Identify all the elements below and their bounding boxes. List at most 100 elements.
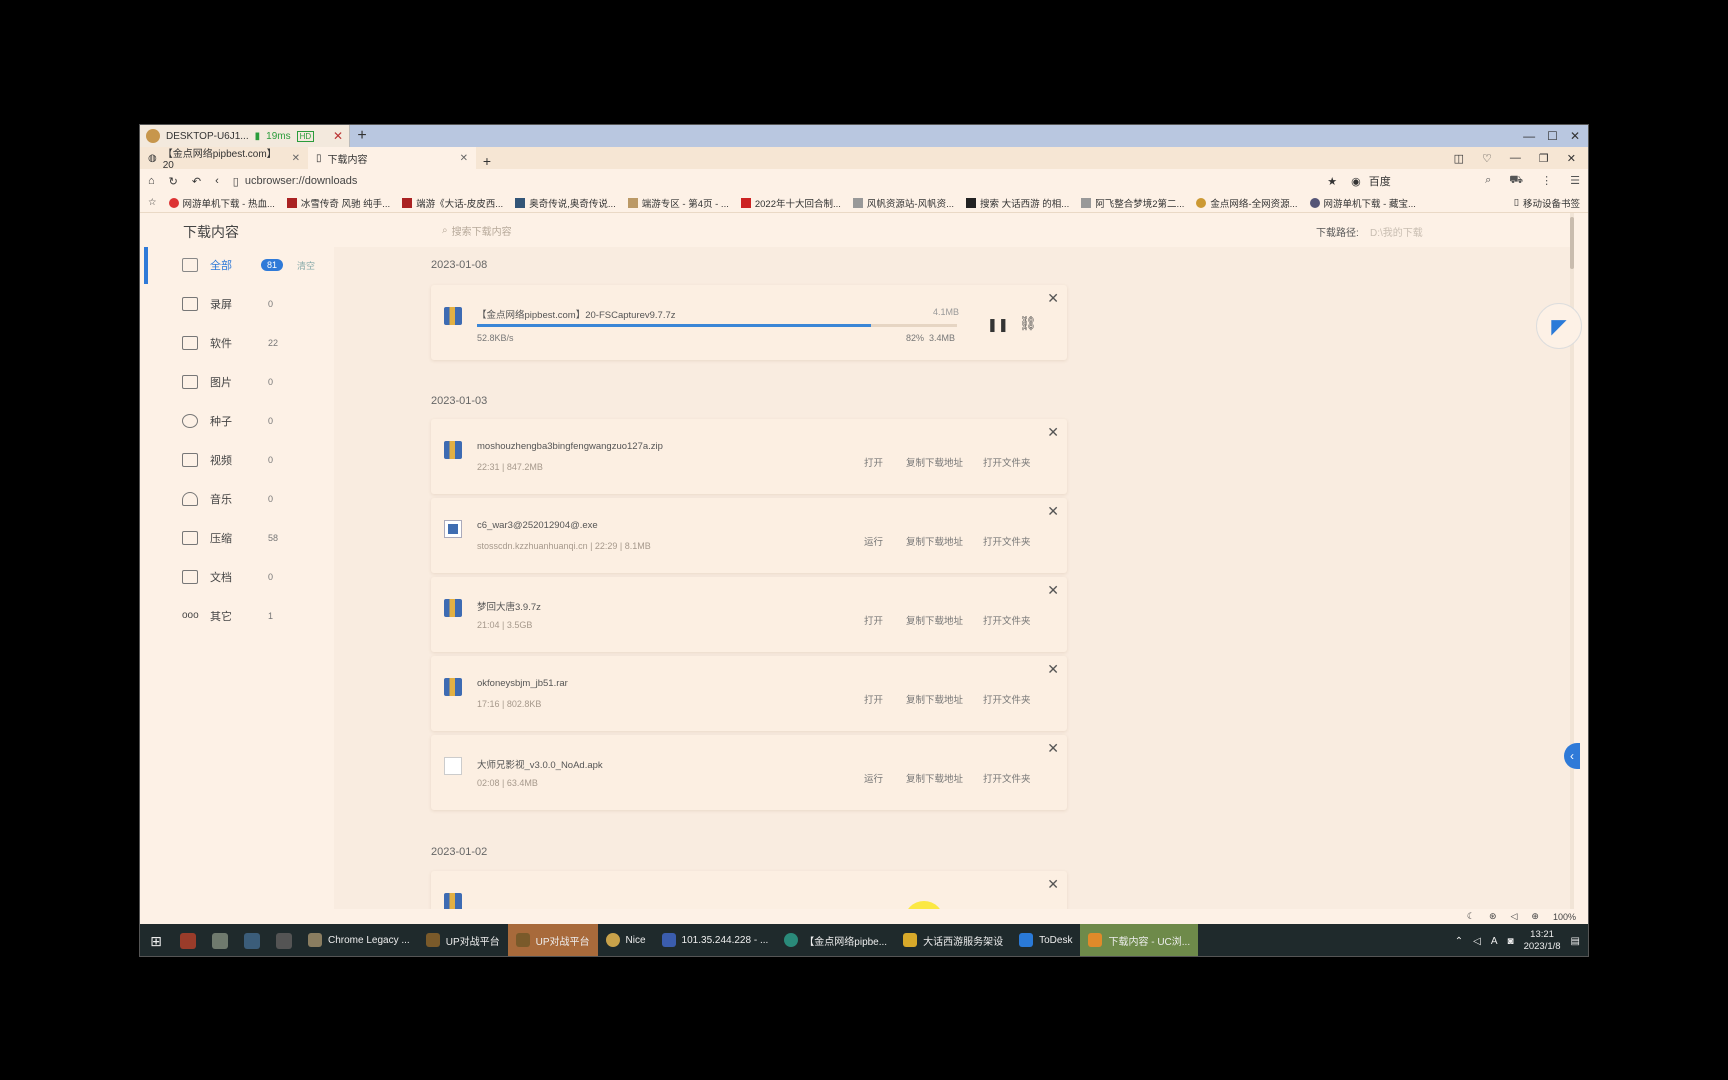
night-mode-icon[interactable]: ☾ (1467, 911, 1475, 922)
shield-icon[interactable]: ♡ (1482, 152, 1492, 165)
bookmark-item[interactable]: 风帆资源站-风帆资... (852, 196, 954, 210)
speed-icon[interactable]: ⊛ (1489, 911, 1497, 922)
chevron-up-icon[interactable]: ⌃ (1455, 936, 1463, 947)
sidebar-item-software[interactable]: 软件 22 (182, 333, 322, 353)
pause-button[interactable]: ❚❚ (987, 317, 1009, 333)
bookmark-item[interactable]: 阿飞整合梦境2第二... (1081, 196, 1184, 210)
cart-icon[interactable]: ⛟ (1509, 174, 1523, 188)
close-icon[interactable]: ✕ (1047, 290, 1059, 307)
close-icon[interactable]: ✕ (333, 129, 343, 143)
scroll-thumb[interactable] (1570, 217, 1574, 269)
taskbar-app[interactable]: 下载内容 - UC浏... (1080, 924, 1199, 956)
menu-icon[interactable]: ☰ (1570, 174, 1580, 188)
copy-link-button[interactable]: 复制下载地址 (906, 771, 963, 785)
close-icon[interactable]: ✕ (1047, 661, 1059, 678)
volume-icon[interactable]: ◁ (1473, 936, 1481, 947)
sidebar-item-images[interactable]: 图片 0 (182, 372, 322, 392)
ime-indicator[interactable]: A (1491, 936, 1498, 947)
remote-session-tab[interactable]: DESKTOP-U6J1... ▮ 19ms HD ✕ (140, 125, 350, 147)
volume-icon[interactable]: ◁ (1511, 911, 1518, 922)
minimize-icon[interactable]: — (1510, 152, 1521, 165)
back-icon[interactable]: ‹ (215, 175, 219, 187)
open-folder-button[interactable]: 打开文件夹 (983, 771, 1031, 785)
sidebar-item-videos[interactable]: 视频 0 (182, 450, 322, 470)
zoom-level[interactable]: 100% (1553, 912, 1576, 922)
run-button[interactable]: 运行 (864, 771, 883, 785)
reader-icon[interactable]: ◫ (1454, 152, 1464, 165)
link-icon[interactable]: ⛓ (1019, 315, 1037, 332)
open-folder-button[interactable]: 打开文件夹 (983, 613, 1031, 627)
open-button[interactable]: 打开 (864, 455, 883, 469)
sidebar-item-torrents[interactable]: 种子 0 (182, 411, 322, 431)
taskbar-app[interactable]: UP对战平台 (418, 924, 508, 956)
url-field[interactable]: ▯ ucbrowser://downloads (233, 175, 1313, 188)
maximize-icon[interactable]: ☐ (1547, 129, 1558, 143)
add-session-button[interactable]: + (350, 127, 374, 145)
mobile-bookmarks[interactable]: ▯ 移动设备书签 (1514, 196, 1580, 210)
bookmark-item[interactable]: 网游单机下载 - 热血... (168, 196, 275, 210)
bookmark-item[interactable]: 2022年十大回合制... (740, 196, 841, 210)
new-tab-button[interactable]: + (476, 153, 498, 169)
search-input[interactable]: ⌕ 搜索下载内容 (442, 223, 512, 238)
open-folder-button[interactable]: 打开文件夹 (983, 534, 1031, 548)
close-icon[interactable]: ✕ (1570, 129, 1580, 143)
browser-tab-active[interactable]: ▯ 下载内容 ✕ (308, 147, 476, 169)
open-folder-button[interactable]: 打开文件夹 (983, 455, 1031, 469)
more-icon[interactable]: ⋮ (1541, 174, 1552, 188)
todesk-float-icon[interactable]: ◤ (1536, 303, 1582, 349)
sidebar-item-music[interactable]: 音乐 0 (182, 489, 322, 509)
taskbar-app[interactable]: 大话西游服务架设 (895, 924, 1011, 956)
pinned-app[interactable] (268, 924, 300, 956)
pinned-app[interactable] (172, 924, 204, 956)
search-icon[interactable]: ⌕ (1485, 174, 1491, 188)
copy-link-button[interactable]: 复制下载地址 (906, 455, 963, 469)
minimize-icon[interactable]: — (1523, 129, 1535, 143)
home-icon[interactable]: ⌂ (148, 175, 155, 187)
clear-button[interactable]: 清空 (297, 259, 315, 272)
browser-tab[interactable]: ◍ 【金点网络pipbest.com】20 ✕ (140, 147, 308, 171)
close-icon[interactable]: ✕ (1047, 503, 1059, 520)
taskbar-app[interactable]: 101.35.244.228 - ... (654, 924, 777, 956)
bookmark-item[interactable]: 冰雪传奇 风驰 纯手... (286, 196, 390, 210)
clock[interactable]: 13:21 2023/1/8 (1524, 929, 1561, 953)
bookmark-item[interactable]: 金点网络-全网资源... (1196, 196, 1298, 210)
app-tray-icon[interactable]: ◙ (1508, 936, 1514, 947)
zoom-icon[interactable]: ⊕ (1531, 911, 1539, 922)
copy-link-button[interactable]: 复制下载地址 (906, 613, 963, 627)
bookmark-item[interactable]: 端游《大话-皮皮西... (402, 196, 503, 210)
sidebar-item-all[interactable]: 全部 81 清空 (182, 255, 322, 275)
bookmark-item[interactable]: 搜索 大话西游 的相... (966, 196, 1069, 210)
close-icon[interactable]: ✕ (1047, 424, 1059, 441)
sidebar-item-screen-record[interactable]: 录屏 0 (182, 294, 322, 314)
close-icon[interactable]: ✕ (1047, 582, 1059, 599)
reload-icon[interactable]: ↻ (169, 175, 178, 188)
taskbar-app[interactable]: Nice (598, 924, 654, 956)
undo-icon[interactable]: ↶ (192, 175, 201, 188)
download-path-value[interactable]: D:\我的下载 (1370, 224, 1423, 239)
close-icon[interactable]: ✕ (1567, 152, 1576, 165)
pinned-app[interactable] (236, 924, 268, 956)
restore-icon[interactable]: ❐ (1539, 152, 1549, 165)
taskbar-app[interactable]: ToDesk (1011, 924, 1080, 956)
copy-link-button[interactable]: 复制下载地址 (906, 692, 963, 706)
open-folder-button[interactable]: 打开文件夹 (983, 692, 1031, 706)
bookmark-item[interactable]: 网游单机下载 - 藏宝... (1309, 196, 1416, 210)
taskbar-app[interactable]: 【金点网络pipbe... (776, 924, 895, 956)
close-icon[interactable]: ✕ (292, 153, 300, 164)
sidebar-item-archives[interactable]: 压缩 58 (182, 528, 322, 548)
taskbar-app[interactable]: Chrome Legacy ... (300, 924, 418, 956)
star-icon[interactable]: ★ (1327, 175, 1337, 188)
close-icon[interactable]: ✕ (1047, 740, 1059, 757)
pinned-app[interactable] (204, 924, 236, 956)
sidebar-item-documents[interactable]: 文档 0 (182, 567, 322, 587)
notification-icon[interactable]: ▤ (1571, 936, 1580, 947)
close-icon[interactable]: ✕ (1047, 876, 1059, 893)
open-button[interactable]: 打开 (864, 613, 883, 627)
sidebar-item-other[interactable]: ooo 其它 1 (182, 606, 322, 626)
run-button[interactable]: 运行 (864, 534, 883, 548)
copy-link-button[interactable]: 复制下载地址 (906, 534, 963, 548)
search-engine-box[interactable]: ◉ 百度 (1351, 173, 1471, 189)
close-icon[interactable]: ✕ (460, 153, 468, 164)
bookmark-item[interactable]: 奥奇传说,奥奇传说... (515, 196, 616, 210)
windows-start-icon[interactable]: ⊞ (140, 933, 172, 950)
